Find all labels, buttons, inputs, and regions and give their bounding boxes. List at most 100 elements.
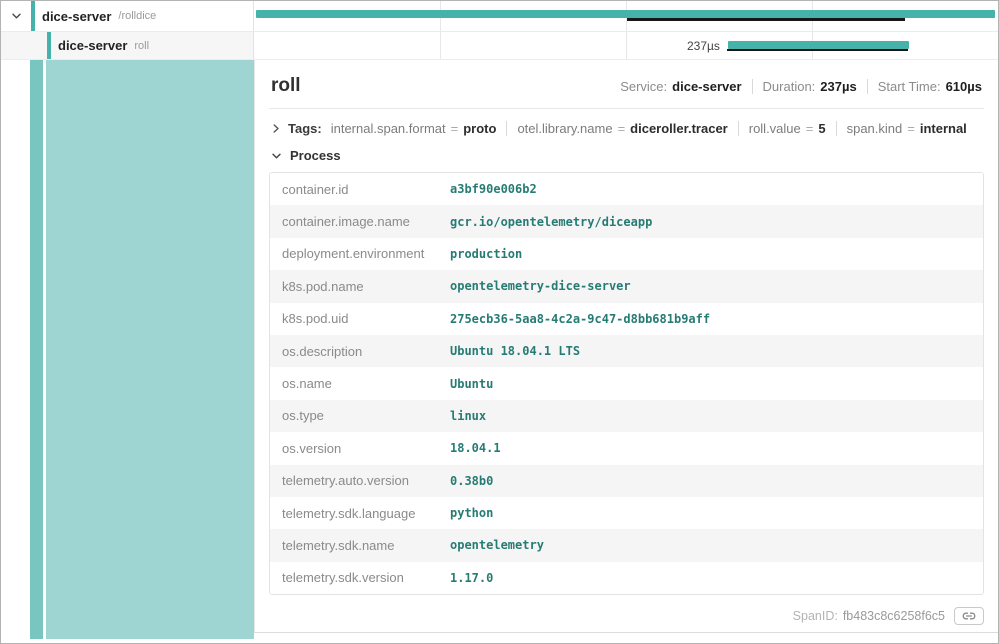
equals-sign: = <box>806 121 814 136</box>
span-id-footer: SpanID: fb483c8c6258f6c5 <box>793 607 984 625</box>
chevron-down-icon[interactable] <box>9 11 23 21</box>
kv-value: a3bf90e006b2 <box>450 182 537 196</box>
kv-value: 275ecb36-5aa8-4c2a-9c47-d8bb681b9aff <box>450 312 710 326</box>
chevron-right-icon <box>271 123 281 134</box>
kv-row: telemetry.auto.version0.38b0 <box>270 465 983 497</box>
detail-header: roll Service: dice-server Duration: 237µ… <box>269 60 984 109</box>
span-timeline-cell <box>254 1 998 32</box>
process-section-header[interactable]: Process <box>269 146 984 172</box>
kv-key: os.version <box>270 441 450 456</box>
start-time-value: 610µs <box>946 79 982 94</box>
kv-row: k8s.pod.nameopentelemetry-dice-server <box>270 270 983 302</box>
kv-value: 1.17.0 <box>450 571 493 585</box>
tag-key: internal.span.format <box>331 121 446 136</box>
kv-value: 18.04.1 <box>450 441 501 455</box>
kv-row: deployment.environmentproduction <box>270 238 983 270</box>
selected-span-color-block <box>46 60 254 639</box>
detail-indent-rail <box>1 60 254 643</box>
service-color-strip <box>47 32 51 59</box>
divider <box>506 121 507 136</box>
chevron-down-icon <box>271 151 282 161</box>
kv-key: container.image.name <box>270 214 450 229</box>
span-row-rolldice[interactable]: dice-server /rolldice <box>1 1 998 32</box>
tag-value: internal <box>920 121 967 136</box>
span-id-label: SpanID: <box>793 609 838 623</box>
span-timeline-cell: 237µs <box>254 32 998 60</box>
kv-value: gcr.io/opentelemetry/diceapp <box>450 215 652 229</box>
divider <box>738 121 739 136</box>
kv-row: telemetry.sdk.version1.17.0 <box>270 562 983 594</box>
service-color-strip <box>31 1 35 31</box>
kv-row: telemetry.sdk.languagepython <box>270 497 983 529</box>
tag-value: 5 <box>818 121 825 136</box>
kv-value: python <box>450 506 493 520</box>
kv-row: container.ida3bf90e006b2 <box>270 173 983 205</box>
kv-row: os.typelinux <box>270 400 983 432</box>
divider <box>836 121 837 136</box>
span-id-value: fb483c8c6258f6c5 <box>843 609 945 623</box>
kv-value: production <box>450 247 522 261</box>
service-value: dice-server <box>672 79 741 94</box>
kv-value: Ubuntu 18.04.1 LTS <box>450 344 580 358</box>
service-name: dice-server <box>42 9 111 24</box>
kv-key: telemetry.sdk.language <box>270 506 450 521</box>
kv-value: Ubuntu <box>450 377 493 391</box>
tags-section-header[interactable]: Tags: internal.span.format = proto otel.… <box>269 109 984 146</box>
divider <box>867 79 868 94</box>
tag-value: diceroller.tracer <box>630 121 728 136</box>
critical-path-marker <box>727 49 908 51</box>
divider <box>752 79 753 94</box>
kv-value: 0.38b0 <box>450 474 493 488</box>
kv-row: os.version18.04.1 <box>270 432 983 464</box>
detail-header-meta: Service: dice-server Duration: 237µs Sta… <box>620 79 982 94</box>
operation-name: /rolldice <box>118 10 156 22</box>
equals-sign: = <box>618 121 626 136</box>
tags-label: Tags: <box>288 121 322 136</box>
kv-row: os.descriptionUbuntu 18.04.1 LTS <box>270 335 983 367</box>
deep-link-button[interactable] <box>954 607 984 625</box>
process-label: Process <box>290 148 341 163</box>
kv-key: deployment.environment <box>270 246 450 261</box>
kv-key: k8s.pod.name <box>270 279 450 294</box>
kv-value: opentelemetry-dice-server <box>450 279 631 293</box>
equals-sign: = <box>907 121 915 136</box>
child-span-marker <box>627 18 905 21</box>
start-time-label: Start Time: <box>878 79 941 94</box>
span-row-roll[interactable]: dice-server roll 237µs <box>1 32 998 60</box>
service-label: Service: <box>620 79 667 94</box>
span-name-cell[interactable]: dice-server roll <box>1 32 254 60</box>
kv-key: telemetry.sdk.version <box>270 570 450 585</box>
kv-row: telemetry.sdk.nameopentelemetry <box>270 529 983 561</box>
span-bar-rolldice[interactable] <box>256 10 995 18</box>
tag-key: span.kind <box>847 121 903 136</box>
kv-key: k8s.pod.uid <box>270 311 450 326</box>
service-name: dice-server <box>58 38 127 53</box>
kv-key: os.description <box>270 344 450 359</box>
kv-key: telemetry.auto.version <box>270 473 450 488</box>
kv-key: telemetry.sdk.name <box>270 538 450 553</box>
link-icon <box>962 611 976 621</box>
kv-key: container.id <box>270 182 450 197</box>
tag-key: otel.library.name <box>517 121 612 136</box>
equals-sign: = <box>451 121 459 136</box>
jaeger-trace-detail-view: dice-server /rolldice dice-server roll 2… <box>0 0 999 644</box>
span-bar-roll[interactable] <box>728 41 910 49</box>
kv-key: os.type <box>270 408 450 423</box>
operation-name: roll <box>134 40 149 52</box>
kv-value: linux <box>450 409 486 423</box>
kv-row: os.nameUbuntu <box>270 367 983 399</box>
span-detail-panel: roll Service: dice-server Duration: 237µ… <box>254 60 998 633</box>
kv-row: container.image.namegcr.io/opentelemetry… <box>270 205 983 237</box>
kv-row: k8s.pod.uid275ecb36-5aa8-4c2a-9c47-d8bb6… <box>270 303 983 335</box>
span-title: roll <box>271 75 301 97</box>
kv-value: opentelemetry <box>450 538 544 552</box>
span-indent-guide[interactable] <box>30 60 43 639</box>
duration-value: 237µs <box>820 79 856 94</box>
kv-key: os.name <box>270 376 450 391</box>
tag-value: proto <box>463 121 496 136</box>
tag-key: roll.value <box>749 121 801 136</box>
duration-label: Duration: <box>763 79 816 94</box>
process-kv-table: container.ida3bf90e006b2 container.image… <box>269 172 984 595</box>
span-duration-label: 237µs <box>654 39 720 53</box>
span-name-cell[interactable]: dice-server /rolldice <box>1 1 254 32</box>
